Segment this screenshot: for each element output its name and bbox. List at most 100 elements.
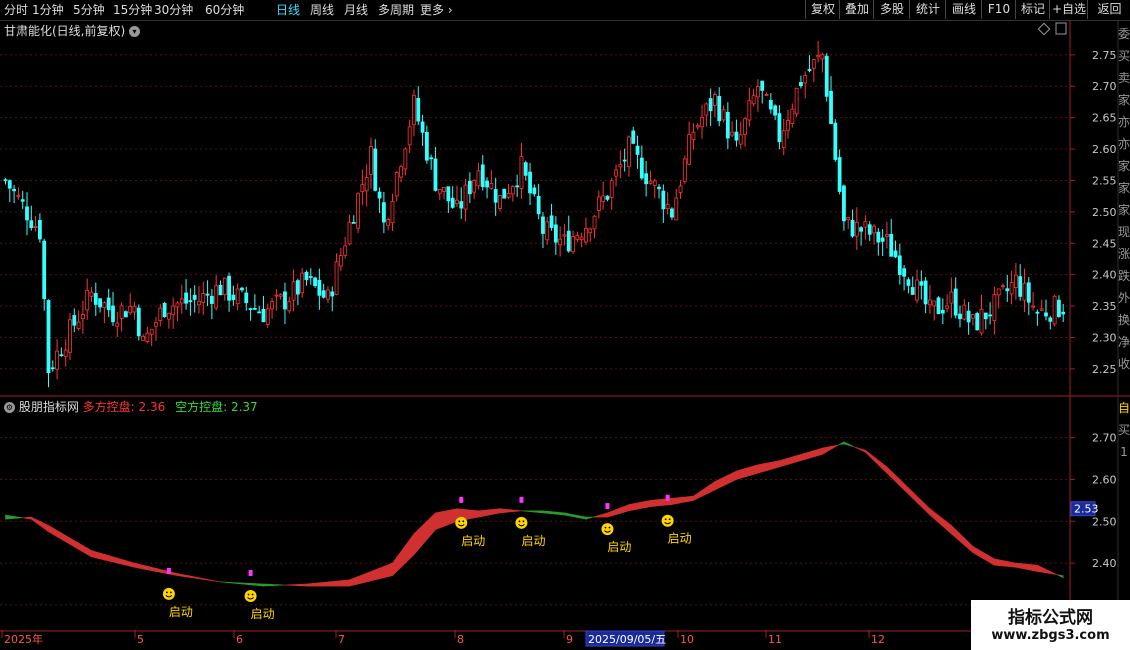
long-band-segment <box>740 468 746 479</box>
candle <box>433 147 438 192</box>
candle-body <box>283 291 287 310</box>
window-icon[interactable] <box>1055 22 1067 35</box>
candle <box>261 295 266 323</box>
period-tab-4[interactable]: 30分钟 <box>154 2 193 18</box>
candle <box>1048 315 1053 330</box>
long-band-segment <box>443 510 449 527</box>
candle <box>695 123 700 130</box>
long-band-segment <box>680 496 686 504</box>
long-band-segment <box>972 545 978 556</box>
candle-body <box>489 182 494 189</box>
period-tab-7[interactable]: 周线 <box>310 2 334 18</box>
diamond-icon[interactable] <box>1037 22 1051 36</box>
x-axis-label: 12 <box>871 633 885 646</box>
candle <box>721 105 726 123</box>
candle-body <box>145 332 150 343</box>
candle-body <box>463 184 468 210</box>
candle <box>670 207 674 220</box>
candle <box>347 214 352 246</box>
candle-body <box>803 75 808 84</box>
short-band-segment <box>534 510 539 513</box>
toolbar-button-3[interactable]: 统计 <box>909 0 946 19</box>
signal-bar <box>248 570 253 576</box>
candle <box>76 310 81 331</box>
candle <box>549 203 554 231</box>
short-band-segment <box>555 511 561 515</box>
long-band-segment <box>26 516 32 520</box>
long-band-segment <box>921 499 926 512</box>
candle <box>897 243 902 285</box>
long-band-segment <box>852 445 858 449</box>
settings-icon[interactable]: ⚙ <box>4 402 15 413</box>
candle <box>713 91 717 118</box>
candle-body <box>571 236 575 253</box>
candle <box>20 190 25 209</box>
candle-body <box>317 280 322 296</box>
long-band-segment <box>147 565 152 571</box>
candle-body <box>665 203 670 210</box>
candle <box>377 187 382 214</box>
period-tab-5[interactable]: 60分钟 <box>205 2 244 18</box>
long-band-segment <box>779 458 785 468</box>
candle <box>308 268 313 285</box>
candle-body <box>437 188 442 194</box>
chevron-down-icon[interactable]: ▾ <box>129 26 141 37</box>
period-tab-0[interactable]: 分时 <box>4 2 28 18</box>
candle-body <box>932 300 937 307</box>
candle-body <box>760 80 765 91</box>
candle <box>85 278 90 320</box>
period-tab-2[interactable]: 5分钟 <box>73 2 105 18</box>
candle-body <box>519 156 524 189</box>
candle-body <box>278 294 283 297</box>
period-tab-6[interactable]: 日线 <box>276 2 300 18</box>
candle-body <box>12 188 16 192</box>
toolbar-button-0[interactable]: 复权 <box>805 0 840 19</box>
long-band-segment <box>374 567 380 581</box>
short-band-segment <box>224 581 230 584</box>
candle <box>472 179 477 200</box>
period-tab-3[interactable]: 15分钟 <box>113 2 152 18</box>
long-band-segment <box>413 528 419 556</box>
candle-body <box>700 117 704 128</box>
candle-body <box>644 173 649 185</box>
candle-body <box>596 196 601 211</box>
toolbar-button-5[interactable]: F10 <box>981 0 1016 19</box>
candle-body <box>790 108 795 124</box>
y-tick-label: 2.45 <box>1092 237 1117 250</box>
toolbar-button-4[interactable]: 画线 <box>945 0 982 19</box>
candle-body <box>867 224 872 235</box>
info-strip-char: 自 <box>1118 401 1130 415</box>
candle-body <box>966 310 971 323</box>
toolbar-button-1[interactable]: 叠加 <box>839 0 874 19</box>
candle-body <box>295 280 300 295</box>
signal-bar <box>519 496 524 503</box>
candle-body <box>1014 274 1018 289</box>
short-band-segment <box>267 583 273 587</box>
candle-body <box>485 180 489 188</box>
candle-body <box>734 131 739 141</box>
toolbar-button-7[interactable]: +自选 <box>1049 0 1088 19</box>
long-band-segment <box>908 487 914 499</box>
candle <box>201 281 206 315</box>
candle-body <box>682 158 687 182</box>
long-band-segment <box>125 560 131 567</box>
long-band-segment <box>641 500 647 509</box>
candle-body <box>872 225 876 234</box>
candle-body <box>627 136 631 168</box>
candle <box>1026 277 1031 316</box>
long-band-segment <box>835 443 840 448</box>
period-tab-10[interactable]: 更多 › <box>420 2 453 18</box>
toolbar-button-2[interactable]: 多股 <box>873 0 910 19</box>
period-tab-1[interactable]: 1分钟 <box>32 2 64 18</box>
long-band-segment <box>951 524 957 539</box>
candle-body <box>928 299 932 306</box>
candle <box>962 299 967 321</box>
long-band-segment <box>121 558 127 566</box>
period-tab-9[interactable]: 多周期 <box>378 2 414 18</box>
candle-body <box>351 222 356 224</box>
candle-body <box>455 199 459 205</box>
toolbar-button-6[interactable]: 标记 <box>1015 0 1050 19</box>
period-tab-8[interactable]: 月线 <box>344 2 368 18</box>
toolbar-button-8[interactable]: 返回 <box>1087 0 1130 19</box>
long-band-segment <box>882 462 888 474</box>
